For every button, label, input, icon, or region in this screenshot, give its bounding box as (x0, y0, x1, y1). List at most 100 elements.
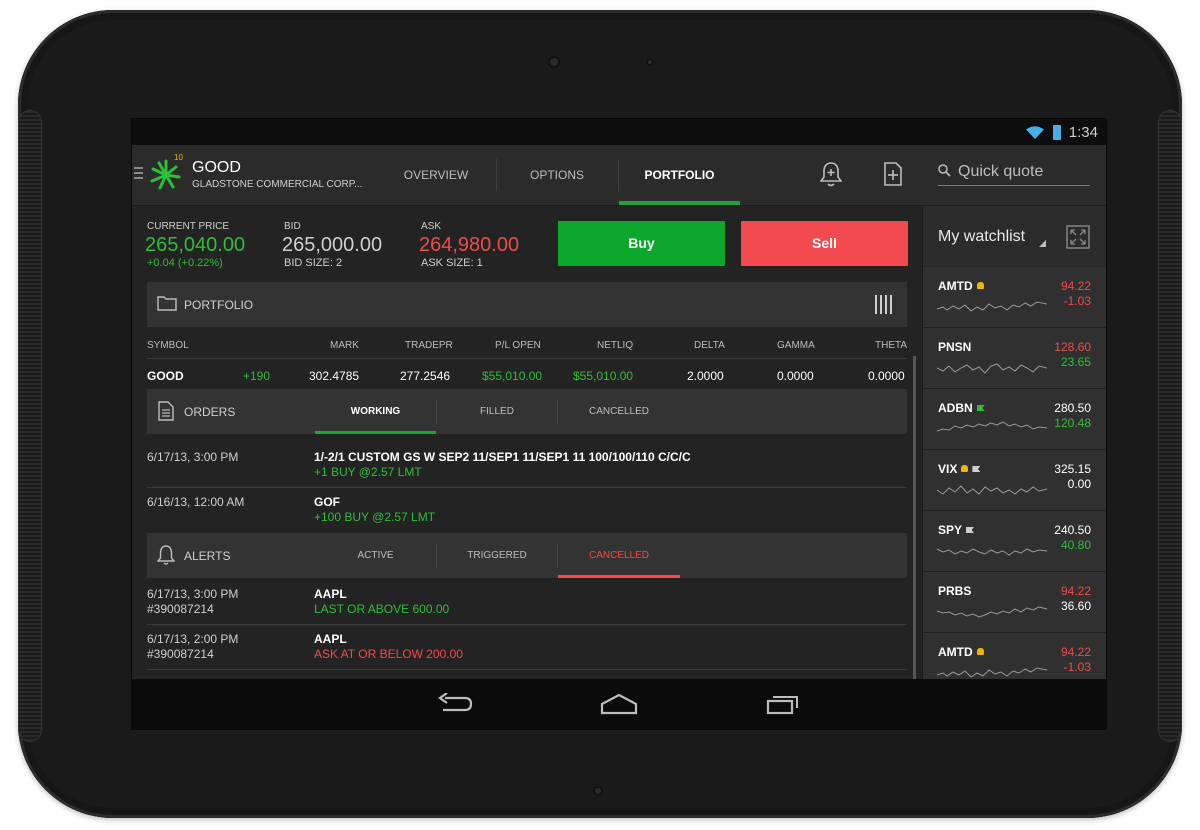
tab-working[interactable]: WORKING (315, 389, 436, 434)
sparkline-icon (937, 606, 1047, 618)
buy-button[interactable]: Buy (558, 221, 725, 266)
position-theta: 0.0000 (868, 369, 905, 383)
alert-condition: ASK AT OR BELOW 200.00 (314, 647, 463, 661)
tablet-frame: 1:34 10 GOOD GLADSTONE COMMERCIAL CORP..… (18, 10, 1182, 818)
sparkline-icon (937, 548, 1047, 556)
tab-orders-cancelled[interactable]: CANCELLED (558, 389, 680, 434)
menu-icon[interactable] (134, 167, 143, 182)
divider (147, 358, 907, 359)
alert-bell-icon (961, 465, 969, 472)
col-mark: MARK (330, 340, 359, 351)
watchlist-header: My watchlist (923, 206, 1106, 266)
search-icon (938, 164, 951, 177)
alert-bell-icon (976, 282, 984, 289)
watch-price: 280.50 (1054, 401, 1091, 415)
col-symbol: SYMBOL (147, 340, 189, 351)
watch-change: 120.48 (1054, 416, 1091, 430)
portfolio-title: PORTFOLIO (184, 298, 254, 312)
watchlist-title[interactable]: My watchlist (938, 228, 1025, 246)
quick-quote-input[interactable] (956, 159, 1092, 185)
add-alert-bell-icon[interactable] (820, 161, 842, 187)
alert-date: 6/17/13, 3:00 PM (147, 587, 239, 601)
recent-apps-icon[interactable] (766, 693, 800, 715)
sell-button[interactable]: Sell (741, 221, 908, 266)
watch-change: 40.80 (1060, 538, 1091, 552)
ask-size: ASK SIZE: 1 (421, 257, 483, 269)
wifi-icon (1026, 126, 1044, 139)
tab-overview[interactable]: OVERVIEW (379, 145, 493, 205)
divider (147, 624, 907, 625)
expand-icon[interactable] (1066, 225, 1090, 249)
bell-icon (157, 545, 175, 565)
watch-price: 94.22 (1060, 584, 1091, 598)
position-netliq: $55,010.00 (573, 369, 634, 383)
watch-price: 325.15 (1054, 462, 1091, 476)
tab-options[interactable]: OPTIONS (498, 145, 616, 205)
order-detail: +100 BUY @2.57 LMT (314, 510, 436, 524)
watchlist-item[interactable]: ADBN 280.50 120.48 (923, 389, 1106, 450)
alert-id: #390087214 (147, 647, 214, 661)
position-symbol: GOOD (147, 369, 184, 383)
tab-triggered[interactable]: TRIGGERED (437, 533, 557, 578)
home-icon[interactable] (600, 693, 638, 715)
price-change: +0.04 (+0.22%) (147, 257, 223, 269)
dropdown-icon[interactable] (1039, 240, 1046, 247)
company-name: GLADSTONE COMMERCIAL CORP... (192, 179, 363, 190)
order-detail: +1 BUY @2.57 LMT (314, 465, 422, 479)
scrollbar[interactable] (913, 356, 916, 713)
watchlist-item[interactable]: PNSN 128.60 23.65 (923, 328, 1106, 389)
position-tradepr: 277.2546 (400, 369, 451, 383)
watch-symbol: PRBS (938, 584, 972, 598)
col-tradepr: TRADEPR (405, 340, 453, 351)
watch-change: 36.60 (1060, 599, 1091, 613)
logo-badge: 10 (174, 153, 183, 162)
watchlist-panel: My watchlist AMTD 94.22 -1.03 PNSN 128.6… (922, 206, 1106, 694)
watchlist-item[interactable]: SPY 240.50 40.80 (923, 511, 1106, 572)
tab-alerts-cancelled[interactable]: CANCELLED (558, 533, 680, 578)
bid-value: 265,000.00 (282, 234, 383, 256)
notification-light (595, 788, 601, 794)
speaker-grille-left (18, 110, 42, 742)
watch-symbol: SPY (938, 523, 975, 537)
add-order-document-icon[interactable] (883, 161, 903, 187)
watch-price: 128.60 (1054, 340, 1091, 354)
screen: 1:34 10 GOOD GLADSTONE COMMERCIAL CORP..… (131, 118, 1107, 730)
watchlist-item[interactable]: AMTD 94.22 -1.03 (923, 267, 1106, 328)
ask-label: ASK (421, 221, 442, 232)
flag-icon (972, 466, 981, 472)
col-pl-open: P/L OPEN (495, 340, 541, 351)
watch-symbol: AMTD (938, 279, 984, 293)
status-bar: 1:34 (132, 119, 1106, 145)
sparkline-icon (937, 485, 1047, 495)
back-icon[interactable] (437, 693, 473, 715)
watchlist-item[interactable]: PRBS 94.22 36.60 (923, 572, 1106, 633)
watch-symbol: VIX (938, 462, 981, 476)
watch-symbol: PNSN (938, 340, 972, 354)
tab-filled[interactable]: FILLED (437, 389, 557, 434)
app-bar: 10 GOOD GLADSTONE COMMERCIAL CORP... OVE… (132, 145, 1106, 206)
sparkline-icon (937, 363, 1047, 374)
watch-change: 0.00 (1067, 477, 1091, 491)
folder-icon (157, 296, 177, 311)
watch-change: -1.03 (1063, 294, 1091, 308)
watch-price: 94.22 (1060, 279, 1091, 293)
quick-quote-field[interactable] (938, 159, 1092, 186)
symbol-title: GOOD (192, 159, 241, 176)
flag-icon (976, 405, 985, 411)
columns-icon[interactable] (875, 295, 893, 314)
order-title: GOF (314, 495, 340, 509)
flag-icon (966, 527, 975, 533)
app-logo: 10 (148, 153, 184, 196)
watch-change: 23.65 (1060, 355, 1091, 369)
position-delta: 2.0000 (687, 369, 724, 383)
tab-portfolio[interactable]: PORTFOLIO (619, 145, 740, 205)
current-price-label: CURRENT PRICE (147, 221, 230, 232)
alert-bell-icon (976, 648, 984, 655)
watch-symbol: AMTD (938, 645, 984, 659)
watchlist-item[interactable]: VIX 325.15 0.00 (923, 450, 1106, 511)
front-camera (550, 58, 558, 66)
divider (147, 669, 907, 670)
col-netliq: NETLIQ (597, 340, 634, 351)
col-delta: DELTA (694, 340, 725, 351)
tab-active[interactable]: ACTIVE (315, 533, 436, 578)
